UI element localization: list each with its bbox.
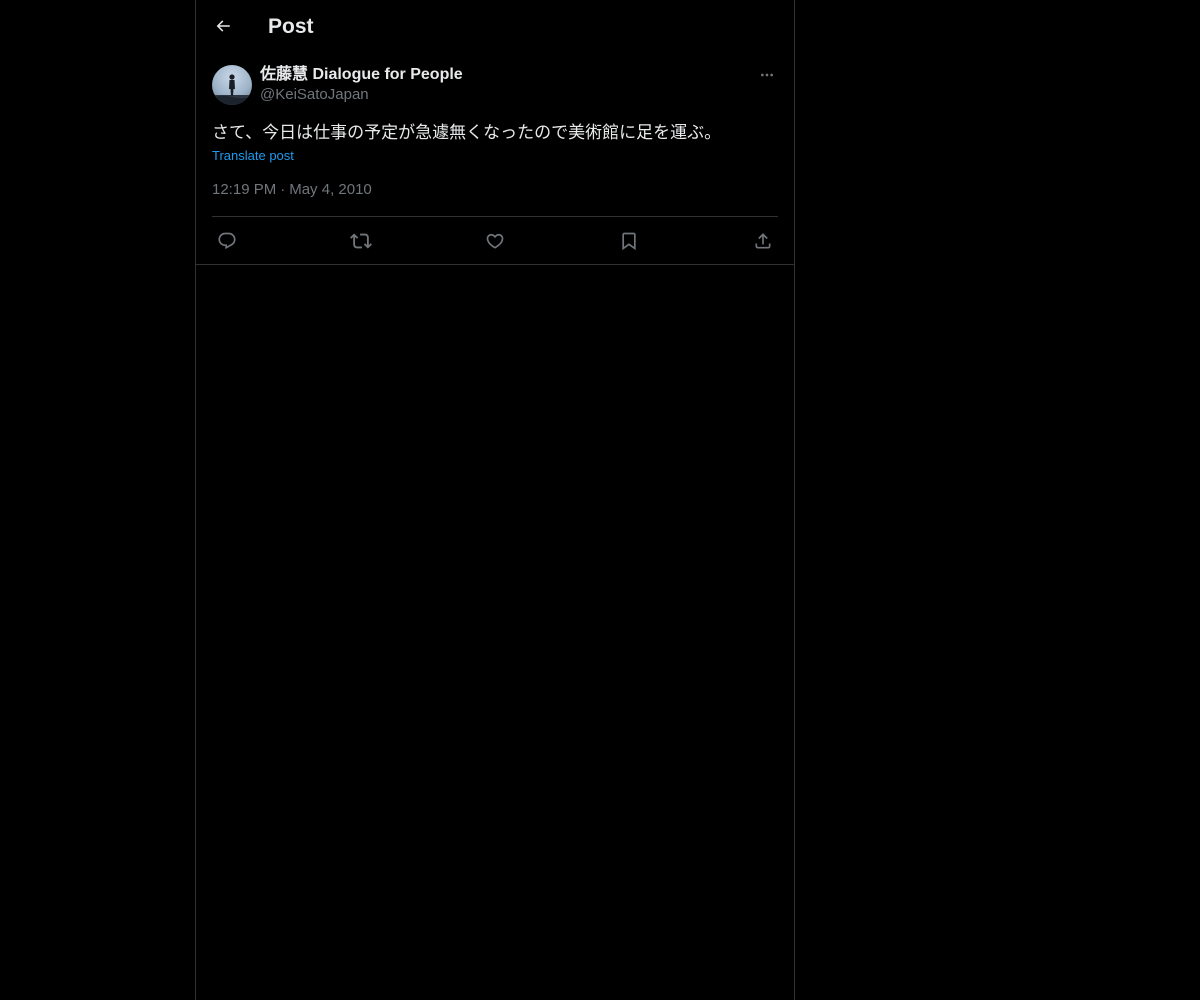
author-handle[interactable]: @KeiSatoJapan	[260, 85, 463, 105]
back-button[interactable]	[206, 9, 240, 43]
page-header: Post	[196, 0, 794, 53]
bookmark-icon	[619, 231, 639, 251]
share-icon	[753, 231, 773, 251]
post-author-row: 佐藤慧 Dialogue for People @KeiSatoJapan	[212, 64, 778, 116]
like-button[interactable]	[484, 230, 506, 252]
timestamp-separator: ·	[280, 181, 286, 198]
author-display-name[interactable]: 佐藤慧 Dialogue for People	[260, 64, 463, 85]
reply-button[interactable]	[216, 230, 238, 252]
share-button[interactable]	[752, 230, 774, 252]
post-divider	[196, 264, 794, 265]
post-timestamp[interactable]: 12:19 PM · May 4, 2010	[212, 180, 778, 217]
like-icon	[485, 231, 505, 251]
more-options-button[interactable]	[756, 64, 778, 86]
post-date: May 4, 2010	[289, 181, 372, 198]
author-names: 佐藤慧 Dialogue for People @KeiSatoJapan	[260, 64, 463, 105]
post-text: さて、今日は仕事の予定が急遽無くなったので美術館に足を運ぶ。	[212, 123, 722, 142]
page-title: Post	[268, 15, 314, 38]
arrow-left-icon	[214, 17, 232, 35]
repost-button[interactable]	[350, 230, 372, 252]
repost-icon	[350, 230, 372, 252]
reply-icon	[217, 231, 237, 251]
post-detail: 佐藤慧 Dialogue for People @KeiSatoJapan さて…	[196, 64, 794, 265]
bookmark-button[interactable]	[618, 230, 640, 252]
primary-column: Post 佐藤慧 Dialogue for People @KeiSatoJap…	[195, 0, 795, 1000]
avatar[interactable]	[212, 65, 252, 105]
translate-post-link[interactable]: Translate post	[212, 146, 294, 166]
post-actions	[212, 217, 778, 264]
more-horizontal-icon	[759, 67, 775, 83]
post-time: 12:19 PM	[212, 181, 277, 198]
